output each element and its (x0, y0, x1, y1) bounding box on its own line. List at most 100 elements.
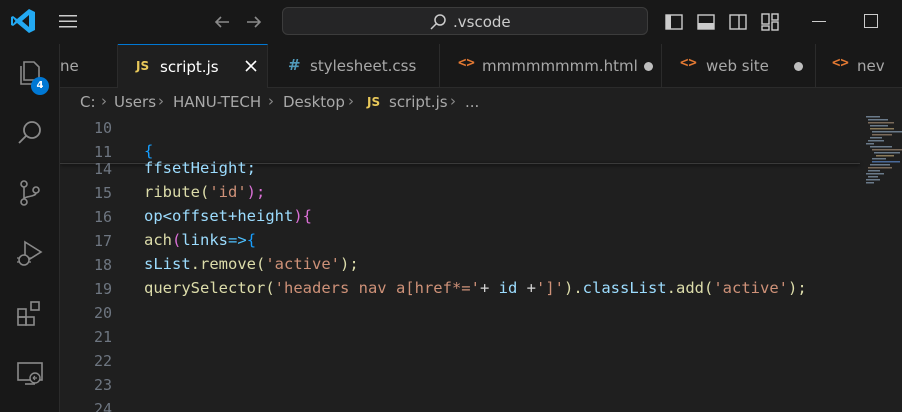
code-editor[interactable]: 10 11 14 15 16 17 18 19 20 21 22 23 24 {… (60, 116, 902, 412)
tab-label: mmmmmmmm.html (482, 57, 638, 75)
code-line: ffsetHeight; (144, 159, 256, 177)
code-token: .add( (666, 279, 714, 297)
tab-stylesheet-css[interactable]: # stylesheet.css (268, 44, 440, 88)
tab-truncated[interactable]: ne (60, 44, 118, 88)
toggle-panel-icon[interactable] (696, 12, 716, 32)
line-number: 20 (93, 304, 112, 322)
code-token: ffsetHeight; (144, 159, 256, 177)
customize-layout-icon[interactable] (760, 12, 780, 32)
line-number: 14 (93, 160, 112, 178)
code-token: sList (144, 255, 191, 273)
search-icon[interactable] (15, 118, 45, 148)
title-bar: .vscode (0, 0, 902, 44)
command-center-search[interactable]: .vscode (282, 7, 648, 35)
code-token: querySelector( (144, 279, 275, 297)
css-file-icon: # (288, 56, 301, 74)
code-token: links (181, 231, 229, 249)
breadcrumb-item[interactable]: script.js (389, 93, 448, 111)
explorer-badge: 4 (31, 77, 49, 95)
breadcrumb-item[interactable]: Users (114, 93, 156, 111)
line-number: 15 (93, 184, 112, 202)
code-line: op<offset+height){ (144, 207, 312, 225)
breadcrumb-item[interactable]: Desktop (283, 93, 345, 111)
js-file-icon: JS (136, 59, 150, 73)
minimap[interactable] (866, 116, 902, 196)
toggle-secondary-sidebar-icon[interactable] (728, 12, 748, 32)
close-icon[interactable] (242, 57, 260, 75)
tab-label: ne (60, 57, 79, 75)
line-number: 16 (93, 208, 112, 226)
code-token: ); (246, 183, 266, 201)
breadcrumb-item[interactable]: ... (465, 93, 479, 111)
html-file-icon: <> (680, 55, 697, 71)
code-token: op<offset+height (144, 207, 294, 225)
unsaved-dot-icon[interactable] (794, 62, 803, 71)
source-control-icon[interactable] (15, 178, 45, 208)
code-token: ach (144, 231, 172, 249)
code-token: { (246, 231, 257, 249)
tab-nev[interactable]: <> nev (816, 44, 902, 88)
chevron-right-icon: › (158, 92, 164, 110)
code-token: 'headers nav a[href*=' (274, 279, 480, 297)
vscode-logo-icon (11, 9, 35, 33)
activity-bar: 4 (0, 44, 60, 412)
code-token: 'active' (713, 279, 788, 297)
chevron-right-icon: › (348, 92, 354, 110)
breadcrumb: C: › Users › HANU-TECH › Desktop › JS sc… (60, 88, 902, 116)
tab-web-site[interactable]: <> web site (662, 44, 816, 88)
code-token: ); (339, 255, 359, 273)
code-line: sList.remove('active'); (144, 255, 359, 273)
tab-label: stylesheet.css (310, 57, 417, 75)
code-token: + (479, 279, 499, 297)
code-line: ribute('id'); (144, 183, 265, 201)
line-number: 18 (93, 256, 112, 274)
code-token: ). (563, 279, 583, 297)
chevron-right-icon: › (268, 92, 274, 110)
code-token: ){ (293, 207, 312, 225)
breadcrumb-item[interactable]: C: (80, 93, 96, 111)
menu-icon[interactable] (58, 12, 78, 30)
forward-arrow-icon[interactable] (244, 12, 264, 32)
search-text: .vscode (453, 13, 511, 31)
tab-script-js[interactable]: JS script.js (118, 44, 268, 89)
code-token: + (517, 279, 536, 297)
run-debug-icon[interactable] (15, 238, 45, 268)
unsaved-dot-icon[interactable] (644, 62, 653, 71)
maximize-button[interactable] (864, 14, 878, 28)
extensions-icon[interactable] (15, 298, 45, 328)
minimize-button[interactable] (812, 21, 826, 22)
tab-label: script.js (160, 58, 219, 76)
code-token: => (228, 231, 247, 249)
toggle-primary-sidebar-icon[interactable] (664, 12, 684, 32)
tab-mmmmmmmm-html[interactable]: <> mmmmmmmm.html (440, 44, 662, 88)
line-number: 11 (93, 143, 112, 161)
html-file-icon: <> (458, 55, 475, 71)
js-file-icon: JS (367, 95, 381, 109)
code-token: 'active' (265, 255, 340, 273)
tab-label: web site (706, 57, 769, 75)
line-number: 23 (93, 376, 112, 394)
line-number: 19 (93, 280, 112, 298)
code-token: id (498, 279, 518, 297)
chevron-right-icon: › (101, 92, 107, 110)
editor-tabs: ne JS script.js # stylesheet.css <> mmmm… (60, 44, 902, 89)
line-number: 24 (93, 400, 112, 412)
tab-label: nev (857, 57, 885, 75)
back-arrow-icon[interactable] (212, 12, 232, 32)
code-token: { (144, 142, 154, 160)
code-line: { (144, 142, 153, 160)
code-line: ach(links=>{ (144, 231, 256, 249)
line-number: 17 (93, 232, 112, 250)
line-number: 21 (93, 328, 112, 346)
line-number: 22 (93, 352, 112, 370)
chevron-right-icon: › (450, 92, 456, 110)
remote-explorer-icon[interactable] (15, 358, 45, 388)
code-line: querySelector('headers nav a[href*='+ id… (144, 279, 807, 297)
code-token: 'id' (209, 183, 247, 201)
breadcrumb-item[interactable]: HANU-TECH (173, 93, 261, 111)
line-number: 10 (93, 119, 112, 137)
search-icon (430, 14, 446, 30)
html-file-icon: <> (832, 55, 849, 71)
code-token: .remove( (190, 255, 266, 273)
code-token: ( (172, 231, 182, 249)
